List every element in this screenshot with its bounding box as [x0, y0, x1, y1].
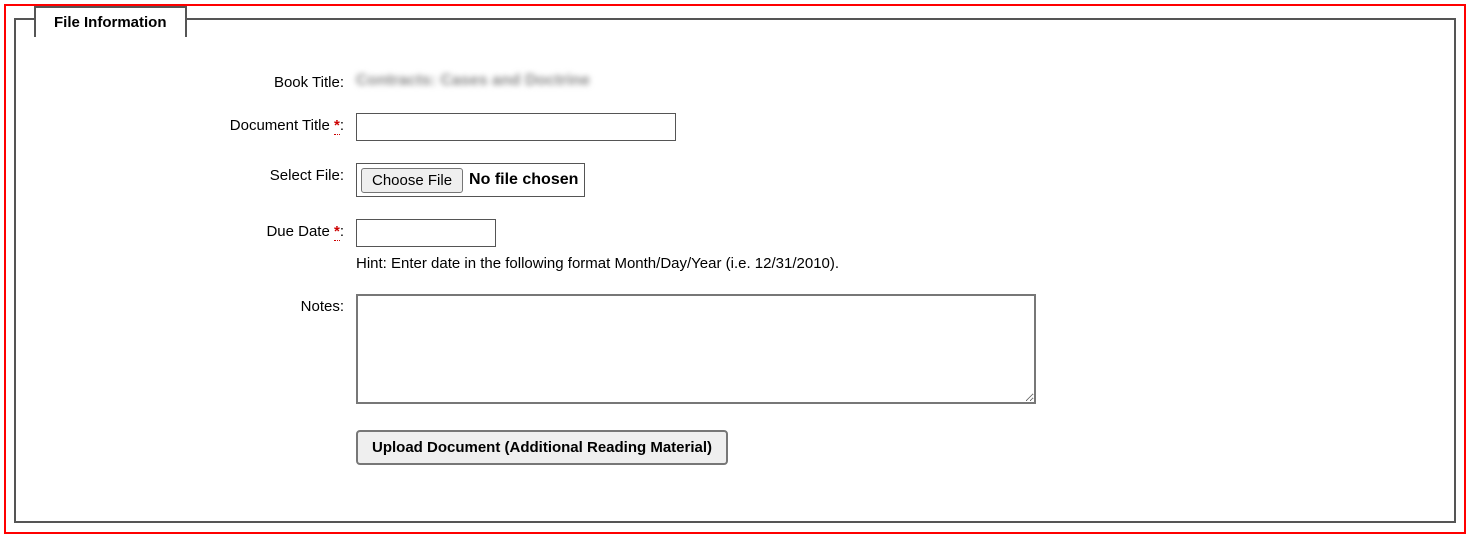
- label-document-title-suffix: :: [340, 117, 344, 134]
- label-notes: Notes:: [36, 294, 356, 315]
- row-notes: Notes:: [36, 294, 1434, 408]
- row-document-title: Document Title *:: [36, 113, 1434, 141]
- due-date-input[interactable]: [356, 219, 496, 247]
- no-file-chosen-text: No file chosen: [469, 171, 578, 189]
- form-container: Book Title: Contracts: Cases and Doctrin…: [16, 20, 1454, 507]
- label-due-date-suffix: :: [340, 223, 344, 240]
- upload-document-button[interactable]: Upload Document (Additional Reading Mate…: [356, 430, 728, 465]
- label-due-date: Due Date *:: [36, 219, 356, 240]
- notes-textarea[interactable]: [356, 294, 1036, 404]
- label-due-date-text: Due Date: [266, 223, 334, 240]
- label-select-file: Select File:: [36, 163, 356, 184]
- document-title-input[interactable]: [356, 113, 676, 141]
- file-input-wrapper[interactable]: Choose File No file chosen: [356, 163, 585, 197]
- row-due-date: Due Date *: Hint: Enter date in the foll…: [36, 219, 1434, 272]
- highlight-border: File Information Book Title: Contracts: …: [4, 4, 1466, 534]
- label-submit-spacer: [36, 430, 356, 434]
- due-date-hint: Hint: Enter date in the following format…: [356, 255, 1434, 272]
- choose-file-button[interactable]: Choose File: [361, 168, 463, 193]
- label-document-title-text: Document Title: [230, 117, 334, 134]
- file-information-fieldset: File Information Book Title: Contracts: …: [14, 18, 1456, 523]
- row-submit: Upload Document (Additional Reading Mate…: [36, 430, 1434, 465]
- label-book-title: Book Title:: [36, 70, 356, 91]
- row-book-title: Book Title: Contracts: Cases and Doctrin…: [36, 70, 1434, 91]
- fieldset-legend: File Information: [34, 6, 187, 37]
- label-document-title: Document Title *:: [36, 113, 356, 134]
- row-select-file: Select File: Choose File No file chosen: [36, 163, 1434, 197]
- value-book-title: Contracts: Cases and Doctrine: [356, 70, 590, 90]
